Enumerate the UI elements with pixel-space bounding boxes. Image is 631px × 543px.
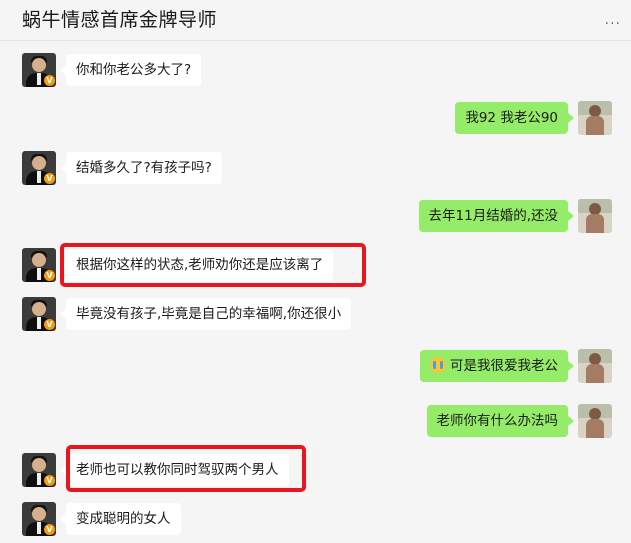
avatar-face — [32, 302, 46, 316]
avatar-body — [586, 214, 604, 233]
verified-badge-icon: V — [44, 319, 55, 330]
my-avatar[interactable] — [578, 349, 612, 383]
verified-badge-icon: V — [44, 75, 55, 86]
message-row: V 结婚多久了?有孩子吗? — [0, 151, 631, 191]
message-row: V 毕竟没有孩子,毕竟是自己的幸福啊,你还很小 — [0, 297, 631, 337]
outgoing-message-bubble[interactable]: 可是我很爱我老公 — [420, 350, 574, 382]
message-row: V 你和你老公多大了? — [0, 53, 631, 93]
message-row: V 根据你这样的状态,老师劝你还是应该离了 — [0, 248, 631, 288]
avatar-body — [586, 116, 604, 135]
incoming-message-bubble[interactable]: 你和你老公多大了? — [59, 54, 202, 86]
teacher-avatar[interactable]: V — [22, 297, 56, 331]
avatar-face — [32, 507, 46, 521]
incoming-message-bubble[interactable]: 根据你这样的状态,老师劝你还是应该离了 — [59, 249, 334, 281]
verified-badge-icon: V — [44, 524, 55, 535]
avatar-shirt — [37, 171, 41, 183]
verified-badge-icon: V — [44, 475, 55, 486]
avatar-face — [32, 156, 46, 170]
incoming-message-bubble[interactable]: 毕竟没有孩子,毕竟是自己的幸福啊,你还很小 — [59, 298, 352, 330]
teacher-avatar[interactable]: V — [22, 248, 56, 282]
avatar-shirt — [37, 317, 41, 329]
my-avatar[interactable] — [578, 404, 612, 438]
teacher-avatar[interactable]: V — [22, 53, 56, 87]
verified-badge-icon: V — [44, 173, 55, 184]
avatar-shirt — [37, 522, 41, 534]
message-row: 可是我很爱我老公 — [0, 349, 631, 389]
teacher-avatar[interactable]: V — [22, 151, 56, 185]
avatar-face — [32, 253, 46, 267]
message-row: 老师你有什么办法吗 — [0, 404, 631, 444]
my-avatar[interactable] — [578, 199, 612, 233]
message-row: 去年11月结婚的,还没 — [0, 199, 631, 239]
incoming-message-bubble[interactable]: 结婚多久了?有孩子吗? — [60, 152, 222, 184]
avatar-shirt — [37, 268, 41, 280]
avatar-shirt — [37, 73, 41, 85]
teacher-avatar[interactable]: V — [22, 453, 56, 487]
incoming-message-bubble[interactable]: 老师也可以教你同时驾驭两个男人 — [60, 454, 289, 486]
verified-badge-icon: V — [44, 270, 55, 281]
message-text: 可是我很爱我老公 — [450, 358, 558, 374]
message-row: V 变成聪明的女人 — [0, 502, 631, 542]
my-avatar[interactable] — [578, 101, 612, 135]
avatar-body — [586, 419, 604, 438]
message-row: 我92 我老公90 — [0, 101, 631, 141]
avatar-body — [586, 364, 604, 383]
avatar-face — [32, 58, 46, 72]
crying-face-icon — [430, 357, 446, 373]
avatar-face — [32, 458, 46, 472]
message-row: V 老师也可以教你同时驾驭两个男人 — [0, 453, 631, 493]
incoming-message-bubble[interactable]: 变成聪明的女人 — [60, 503, 181, 535]
teacher-avatar[interactable]: V — [22, 502, 56, 536]
avatar-shirt — [37, 473, 41, 485]
chat-header: 蜗牛情感首席金牌导师 ··· — [0, 0, 631, 41]
outgoing-message-bubble[interactable]: 老师你有什么办法吗 — [426, 405, 574, 437]
more-icon[interactable]: ··· — [605, 16, 621, 32]
outgoing-message-bubble[interactable]: 去年11月结婚的,还没 — [418, 200, 575, 232]
chat-title: 蜗牛情感首席金牌导师 — [22, 9, 218, 31]
outgoing-message-bubble[interactable]: 我92 我老公90 — [455, 102, 574, 134]
